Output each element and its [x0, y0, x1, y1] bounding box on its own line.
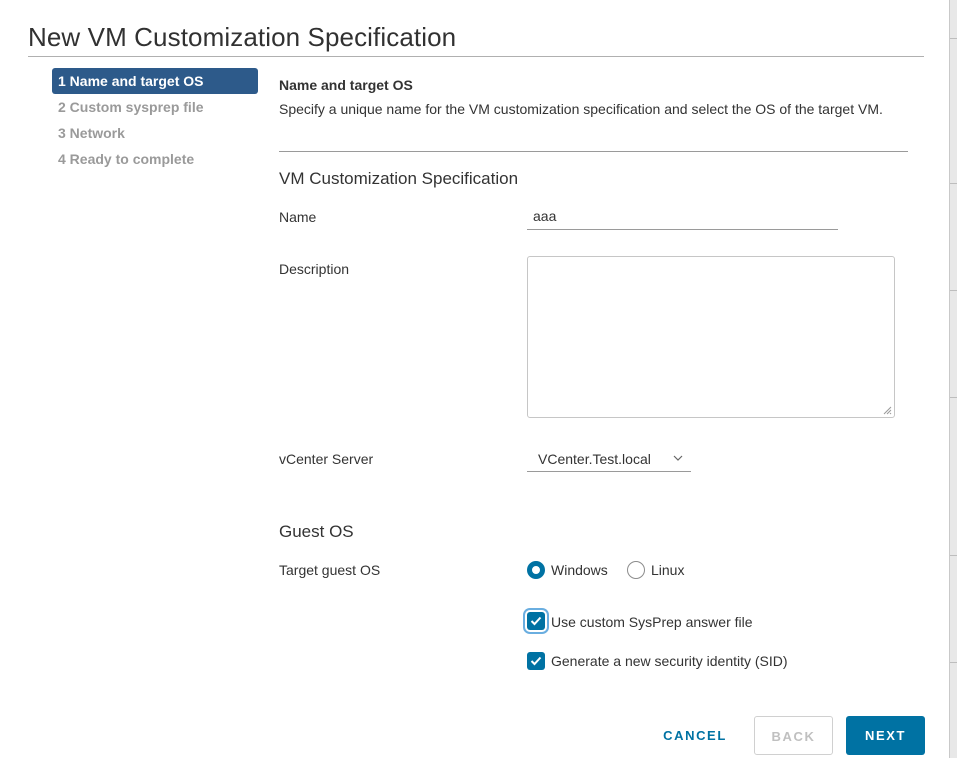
- description-textarea[interactable]: [527, 256, 895, 418]
- use-sysprep-label[interactable]: Use custom SysPrep answer file: [551, 614, 753, 630]
- name-input[interactable]: [527, 203, 838, 230]
- spec-section-title: VM Customization Specification: [279, 169, 518, 189]
- wizard-steps-nav: 1 Name and target OS 2 Custom sysprep fi…: [52, 68, 258, 172]
- next-button[interactable]: NEXT: [846, 716, 925, 755]
- checkmark-icon: [530, 616, 542, 626]
- vcenter-server-value: VCenter.Test.local: [538, 451, 651, 467]
- linux-radio-label[interactable]: Linux: [651, 562, 684, 578]
- cancel-button[interactable]: CANCEL: [655, 716, 735, 755]
- vcenter-server-label: vCenter Server: [279, 451, 373, 467]
- new-vm-customization-dialog: New VM Customization Specification 1 Nam…: [0, 0, 949, 758]
- linux-radio[interactable]: [627, 561, 645, 579]
- vcenter-server-select[interactable]: VCenter.Test.local: [527, 446, 691, 472]
- content-divider: [279, 151, 908, 152]
- use-sysprep-checkbox[interactable]: [527, 612, 545, 630]
- target-guest-os-label: Target guest OS: [279, 562, 380, 578]
- checkmark-icon: [530, 656, 542, 666]
- windows-radio[interactable]: [527, 561, 545, 579]
- title-divider: [28, 56, 924, 57]
- generate-sid-checkbox[interactable]: [527, 652, 545, 670]
- chevron-down-icon: [673, 454, 683, 462]
- name-label: Name: [279, 209, 316, 225]
- step-description: Specify a unique name for the VM customi…: [279, 96, 899, 122]
- description-label: Description: [279, 261, 349, 277]
- guest-os-section-title: Guest OS: [279, 522, 354, 542]
- backdrop-right-edge: [949, 0, 957, 758]
- dialog-title: New VM Customization Specification: [28, 22, 456, 53]
- step-network[interactable]: 3 Network: [52, 120, 258, 146]
- resize-grip-icon[interactable]: [882, 405, 892, 415]
- step-custom-sysprep-file[interactable]: 2 Custom sysprep file: [52, 94, 258, 120]
- step-ready-to-complete[interactable]: 4 Ready to complete: [52, 146, 258, 172]
- windows-radio-label[interactable]: Windows: [551, 562, 608, 578]
- generate-sid-label[interactable]: Generate a new security identity (SID): [551, 653, 788, 669]
- step-name-and-target-os[interactable]: 1 Name and target OS: [52, 68, 258, 94]
- back-button[interactable]: BACK: [754, 716, 833, 755]
- step-heading: Name and target OS: [279, 77, 413, 93]
